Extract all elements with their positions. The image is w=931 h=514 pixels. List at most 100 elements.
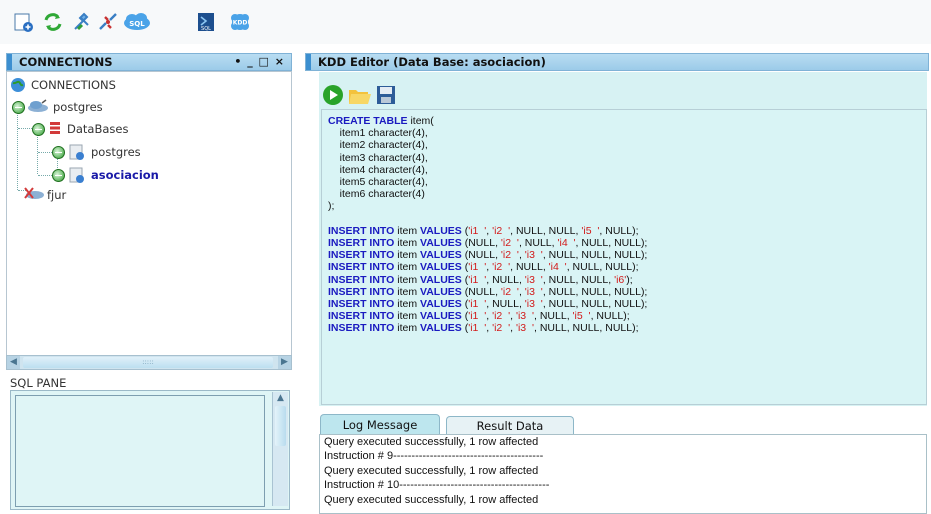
string-value: 'i2 ' (492, 322, 511, 335)
log-line: Instruction # 9-------------------------… (324, 450, 544, 463)
scroll-right-arrow-icon[interactable]: ▶ (278, 356, 291, 369)
sql-editor[interactable]: CREATE TABLE item( item1 character(4), i… (321, 109, 927, 405)
insert-statement-line: INSERT INTO item VALUES (NULL, 'i2 ', 'i… (328, 285, 648, 298)
column-definition-line: item4 character(4), (328, 163, 428, 176)
string-value: 'i3 ' (524, 285, 543, 298)
string-value: 'i6' (614, 273, 627, 286)
null-value: NULL (515, 224, 543, 237)
null-value: NULL (581, 298, 609, 311)
string-value: 'i3 ' (524, 298, 543, 311)
expand-db-postgres[interactable] (52, 146, 65, 159)
insert-statement-line: INSERT INTO item VALUES ('i1 ', 'i2 ', N… (328, 224, 639, 237)
tab-log-message[interactable]: Log Message (320, 414, 440, 435)
null-value: NULL (572, 322, 600, 335)
run-icon[interactable] (322, 84, 344, 106)
open-folder-icon[interactable] (348, 86, 372, 106)
tree-item-db-asociacion[interactable]: asociacion (91, 166, 159, 184)
column-definition-line: item3 character(4), (328, 151, 428, 164)
sql-cloud-icon[interactable]: SQL (122, 11, 152, 33)
svg-text:SQL: SQL (201, 26, 211, 32)
insert-statement-line: INSERT INTO item VALUES ('i1 ', 'i2 ', N… (328, 261, 639, 274)
null-value: NULL (539, 322, 567, 335)
panel-window-controls[interactable]: • _ □ × (234, 54, 285, 70)
null-value: NULL (581, 285, 609, 298)
null-value: NULL (614, 237, 641, 250)
string-value: 'i1 ' (468, 261, 487, 274)
main-toolbar: SQL SQL KDD (0, 0, 931, 44)
column-definition-line: item2 character(4), (328, 139, 428, 152)
string-value: 'i2 ' (492, 310, 511, 323)
log-line: Query executed successfully, 1 row affec… (324, 493, 539, 506)
string-value: 'i2 ' (492, 261, 511, 274)
globe-icon (11, 78, 25, 92)
tree-item-fjur[interactable]: fjur (47, 186, 66, 204)
tree-guide (38, 152, 52, 153)
insert-statement-line: INSERT INTO item VALUES ('i1 ', 'i2 ', '… (328, 322, 639, 335)
create-close: ); (328, 200, 335, 213)
sql-file-icon[interactable]: SQL (195, 11, 217, 33)
new-connection-icon[interactable] (12, 11, 34, 33)
scrollbar-thumb[interactable]: ::::: (23, 357, 273, 368)
tree-guide (18, 128, 32, 129)
column-definitions: item1 character(4), item2 character(4), … (328, 127, 926, 200)
databases-stack-icon (50, 122, 60, 134)
log-line: Query executed successfully, 1 row affec… (324, 436, 539, 448)
disconnect-icon[interactable] (97, 11, 119, 33)
null-value: NULL (572, 261, 600, 274)
null-value: NULL (581, 249, 609, 262)
values-keyword: VALUES (419, 322, 462, 335)
server-connection-icon (28, 99, 48, 112)
bottom-tabs: Log Message Result Data (316, 414, 928, 436)
header-accent (306, 54, 311, 70)
sql-pane-label: SQL PANE (10, 376, 67, 390)
insert-statement-line: INSERT INTO item VALUES (NULL, 'i2 ', 'i… (328, 249, 648, 262)
tree-root-connections[interactable]: CONNECTIONS (31, 76, 116, 94)
kdd-badge-text: KDD (233, 20, 248, 27)
scroll-left-arrow-icon[interactable]: ◀ (7, 356, 20, 369)
null-value: NULL (548, 285, 576, 298)
insert-statement-line: INSERT INTO item VALUES (NULL, 'i2 ', NU… (328, 237, 648, 250)
insert-into-keyword: INSERT INTO (328, 249, 395, 262)
tab-result-data[interactable]: Result Data (446, 416, 574, 435)
tree-guide (17, 106, 18, 190)
header-accent (7, 54, 12, 70)
values-keyword: VALUES (419, 237, 462, 250)
null-value: NULL (581, 273, 609, 286)
string-value: 'i1 ' (468, 273, 487, 286)
string-value: 'i3 ' (515, 310, 534, 323)
save-icon[interactable] (376, 85, 396, 105)
null-value: NULL (468, 285, 496, 298)
expand-db-asociacion[interactable] (52, 169, 65, 182)
kdd-icon[interactable]: KDD (229, 11, 251, 33)
tree-item-postgres-connection[interactable]: postgres (53, 98, 103, 116)
sql-pane-input[interactable] (15, 395, 265, 507)
insert-into-keyword: INSERT INTO (328, 310, 395, 323)
database-icon (69, 144, 84, 160)
insert-into-keyword: INSERT INTO (328, 237, 395, 250)
editor-panel-title: KDD Editor (Data Base: asociacion) (318, 55, 546, 69)
null-value: NULL (548, 298, 576, 311)
insert-into-keyword: INSERT INTO (328, 224, 395, 237)
null-value: NULL (614, 249, 641, 262)
expand-databases[interactable] (32, 123, 45, 136)
string-value: 'i1 ' (468, 322, 487, 335)
disconnected-server-icon (24, 187, 44, 199)
insert-into-keyword: INSERT INTO (328, 261, 395, 274)
tree-guide (38, 175, 52, 176)
null-value: NULL (614, 298, 641, 311)
tree-horizontal-scrollbar[interactable]: ◀ ::::: ▶ (6, 355, 292, 370)
log-line: Instruction # 10------------------------… (324, 479, 550, 492)
sql-pane-vertical-scrollbar[interactable]: ▲ (272, 392, 288, 506)
insert-statements: INSERT INTO item VALUES ('i1 ', 'i2 ', N… (328, 225, 926, 335)
null-value: NULL (515, 261, 543, 274)
connect-icon[interactable] (72, 11, 94, 33)
column-definition-line: item6 character(4) (328, 188, 425, 201)
null-value: NULL (492, 273, 519, 286)
expand-postgres-connection[interactable] (12, 101, 25, 114)
scrollbar-thumb[interactable] (275, 406, 286, 446)
tree-item-db-postgres[interactable]: postgres (91, 143, 141, 161)
refresh-icon[interactable] (42, 11, 64, 33)
string-value: 'i1 ' (468, 298, 487, 311)
scroll-up-arrow-icon[interactable]: ▲ (273, 392, 288, 404)
tree-item-databases[interactable]: DataBases (67, 120, 128, 138)
